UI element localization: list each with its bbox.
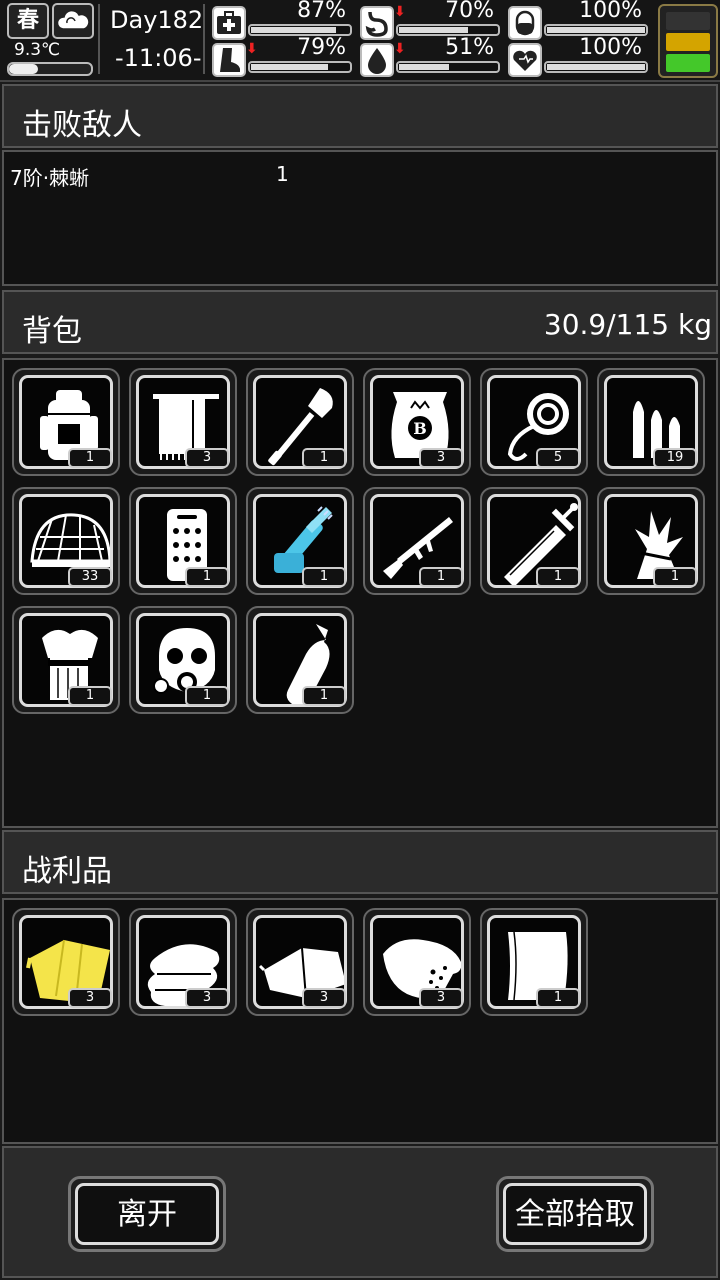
loot-grid: 3 3 3 3 1 xyxy=(2,898,718,1144)
medkit-icon xyxy=(212,6,246,40)
item-slot[interactable]: 5 xyxy=(480,368,588,476)
defeated-title: 击败敌人 xyxy=(22,108,142,143)
item-slot[interactable]: 3 xyxy=(12,908,120,1016)
defeated-list: 7阶·棘蜥 1 xyxy=(2,150,718,286)
take-all-button[interactable]: 全部拾取 xyxy=(496,1176,654,1252)
stat-percent: 87% xyxy=(297,0,346,23)
divider xyxy=(203,4,205,74)
item-slot[interactable]: 3 xyxy=(363,908,471,1016)
stat-bar-fill xyxy=(547,27,645,33)
backpack-grid: 1 3 1 B 3 5 19 33 1 1 1 1 1 1 1 1 xyxy=(2,358,718,828)
item-slot[interactable]: 3 xyxy=(246,908,354,1016)
item-slot[interactable]: 1 xyxy=(129,487,237,595)
item-count: 3 xyxy=(185,448,229,468)
day-counter: Day182 xyxy=(110,6,204,34)
stat-bar xyxy=(248,61,352,73)
cloud-icon xyxy=(52,3,94,39)
battery-segment-full xyxy=(666,54,710,72)
item-count: 3 xyxy=(419,448,463,468)
temperature-bar xyxy=(7,62,93,76)
item-count: 1 xyxy=(302,567,346,587)
item-count: 3 xyxy=(68,988,112,1008)
item-slot[interactable]: 19 xyxy=(597,368,705,476)
water-drop-icon xyxy=(360,43,394,77)
item-count: 5 xyxy=(536,448,580,468)
enemy-count: 1 xyxy=(276,162,289,186)
battery-segment-empty xyxy=(666,12,710,30)
pill-icon xyxy=(508,6,542,40)
stat-percent: 70% xyxy=(445,0,494,23)
item-count: 3 xyxy=(419,988,463,1008)
stat-percent: 100% xyxy=(579,35,642,60)
loot-header: 战利品 xyxy=(2,830,718,894)
svg-text:B: B xyxy=(413,419,427,438)
item-slot[interactable]: 1 xyxy=(363,487,471,595)
battery-indicator xyxy=(658,4,718,78)
item-slot[interactable]: 1 xyxy=(480,908,588,1016)
foot-icon xyxy=(212,43,246,77)
stat-bar xyxy=(396,61,500,73)
battery-segment-mid xyxy=(666,33,710,51)
backpack-title: 背包 xyxy=(22,314,82,349)
backpack-header: 背包 30.9/115 kg xyxy=(2,290,718,354)
item-slot[interactable]: 1 xyxy=(246,368,354,476)
heart-icon xyxy=(508,43,542,77)
divider xyxy=(98,4,100,74)
take-all-button-label: 全部拾取 xyxy=(503,1183,647,1245)
item-count: 1 xyxy=(185,686,229,706)
item-count: 1 xyxy=(68,686,112,706)
item-slot[interactable]: 1 xyxy=(246,606,354,714)
stat-bar xyxy=(544,61,648,73)
leave-button-label: 离开 xyxy=(75,1183,219,1245)
stomach-icon xyxy=(360,6,394,40)
leave-button[interactable]: 离开 xyxy=(68,1176,226,1252)
item-count: 3 xyxy=(185,988,229,1008)
footer-bar: 离开 全部拾取 xyxy=(2,1146,718,1278)
item-count: 19 xyxy=(653,448,697,468)
item-count: 1 xyxy=(302,448,346,468)
stat-bar-fill xyxy=(251,64,328,70)
item-count: 1 xyxy=(185,567,229,587)
item-count: 1 xyxy=(68,448,112,468)
item-count: 1 xyxy=(419,567,463,587)
stat-bar-fill xyxy=(399,27,468,33)
item-count: 1 xyxy=(653,567,697,587)
item-count: 3 xyxy=(302,988,346,1008)
item-slot[interactable]: B3 xyxy=(363,368,471,476)
item-slot[interactable]: 3 xyxy=(129,368,237,476)
item-count: 1 xyxy=(302,686,346,706)
item-slot[interactable]: 1 xyxy=(12,368,120,476)
stat-percent: 100% xyxy=(579,0,642,23)
item-slot[interactable]: 3 xyxy=(129,908,237,1016)
enemy-name: 7阶·棘蜥 xyxy=(10,166,90,190)
item-count: 33 xyxy=(68,567,112,587)
season-badge: 春 xyxy=(7,3,49,39)
stat-bar-fill xyxy=(399,64,449,70)
stat-percent: 79% xyxy=(297,35,346,60)
loot-title: 战利品 xyxy=(22,854,112,889)
temperature-value: 9.3℃ xyxy=(14,40,61,60)
stat-bar-fill xyxy=(547,64,645,70)
item-slot[interactable]: 1 xyxy=(129,606,237,714)
stat-bar-fill xyxy=(251,27,336,33)
item-count: 1 xyxy=(536,567,580,587)
item-slot[interactable]: 1 xyxy=(597,487,705,595)
status-bar: 春 9.3℃ Day182 -11:06- 87% ⬇ 70% 100% ⬇ 79% ⬇ 51… xyxy=(0,0,720,82)
defeated-header: 击败敌人 xyxy=(2,84,718,148)
item-slot[interactable]: 1 xyxy=(12,606,120,714)
clock: -11:06- xyxy=(115,44,202,72)
backpack-weight: 30.9/115 kg xyxy=(543,308,712,341)
item-slot[interactable]: 1 xyxy=(246,487,354,595)
temperature-bar-fill xyxy=(9,64,38,74)
item-slot[interactable]: 1 xyxy=(480,487,588,595)
item-count: 1 xyxy=(536,988,580,1008)
stat-percent: 51% xyxy=(445,35,494,60)
item-slot[interactable]: 33 xyxy=(12,487,120,595)
